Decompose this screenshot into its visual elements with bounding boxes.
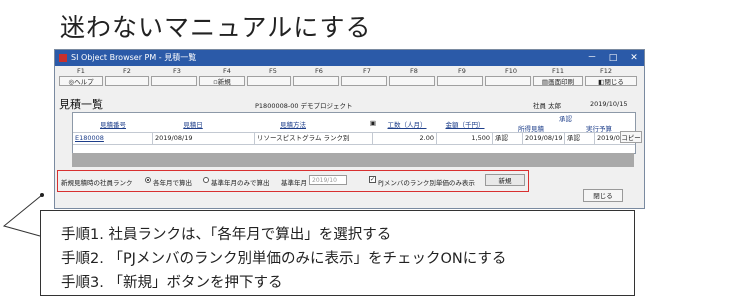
step-1: 手順1. 社員ランクは、「各年月で算出」を選択する bbox=[61, 227, 392, 243]
step-3: 手順3. 「新規」ボタンを押下する bbox=[61, 275, 283, 291]
instruction-box: 手順1. 社員ランクは、「各年月で算出」を選択する 手順2. 「PJメンバのラン… bbox=[40, 210, 635, 296]
step-2: 手順2. 「PJメンバのランク別単価のみに表示」をチェックONにする bbox=[61, 251, 507, 267]
callout-dot bbox=[40, 193, 44, 197]
